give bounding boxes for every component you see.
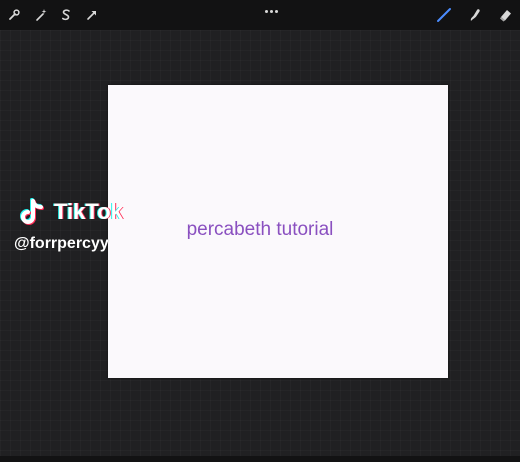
selection-s-icon[interactable]: [58, 7, 74, 23]
tiktok-watermark: TikTok @forrpercyy: [14, 197, 176, 267]
transform-arrow-icon[interactable]: [84, 7, 100, 23]
magic-wand-icon[interactable]: [33, 7, 49, 23]
bottom-bar: [0, 456, 520, 462]
tiktok-handle-text: @forrpercyy: [14, 235, 109, 252]
procreate-screen: percabeth tutorial TikTok @forrpercyy: [0, 0, 520, 462]
tiktok-logo-icon: [16, 197, 48, 229]
top-toolbar: [0, 0, 520, 30]
smudge-icon[interactable]: [467, 7, 483, 23]
brush-icon[interactable]: [436, 7, 452, 23]
tiktok-brand-text: TikTok: [54, 199, 123, 224]
more-options-icon[interactable]: [260, 6, 282, 16]
wrench-icon[interactable]: [6, 7, 22, 23]
eraser-icon[interactable]: [498, 7, 514, 23]
